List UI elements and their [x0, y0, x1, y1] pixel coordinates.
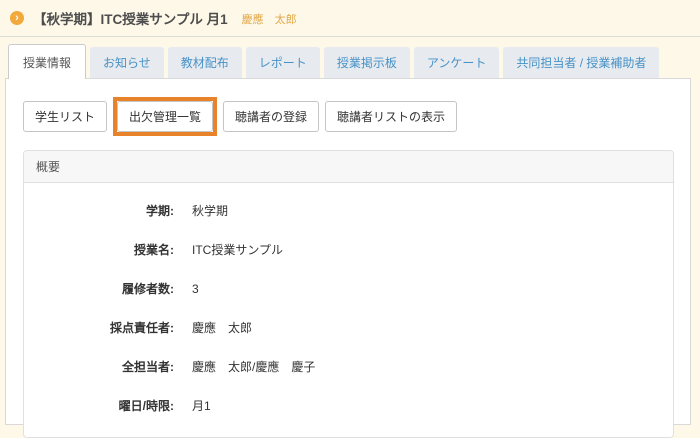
- tab-bar: 授業情報 お知らせ 教材配布 レポート 授業掲示板 アンケート 共同担当者 / …: [0, 44, 700, 78]
- tab-course-info[interactable]: 授業情報: [8, 44, 86, 79]
- student-list-button[interactable]: 学生リスト: [23, 101, 107, 132]
- auditor-list-button[interactable]: 聴講者リストの表示: [325, 101, 457, 132]
- overview-row-grading-manager: 採点責任者: 慶應 太郎: [24, 308, 673, 347]
- row-label: 全担当者:: [24, 358, 174, 375]
- row-value: 月1: [192, 397, 211, 414]
- instructor-name: 慶應 太郎: [242, 9, 297, 27]
- highlight-box: 出欠管理一覧: [113, 97, 217, 136]
- row-label: 履修者数:: [24, 280, 174, 297]
- auditor-registration-button[interactable]: 聴講者の登録: [223, 101, 319, 132]
- tab-co-instructors[interactable]: 共同担当者 / 授業補助者: [503, 47, 659, 78]
- row-label: 曜日/時限:: [24, 397, 174, 414]
- overview-panel-header: 概要: [24, 151, 673, 183]
- row-value: 3: [192, 282, 199, 296]
- bullet-arrow-icon: ›: [10, 11, 24, 25]
- content-panel: 学生リスト 出欠管理一覧 聴講者の登録 聴講者リストの表示 概要 学期: 秋学期…: [5, 78, 691, 425]
- row-value: 慶應 太郎: [192, 319, 252, 336]
- overview-row-enrolled-count: 履修者数: 3: [24, 269, 673, 308]
- overview-panel: 概要 学期: 秋学期 授業名: ITC授業サンプル 履修者数: 3 採点責任者:…: [23, 150, 674, 438]
- toolbar: 学生リスト 出欠管理一覧 聴講者の登録 聴講者リストの表示: [6, 79, 690, 136]
- overview-row-all-instructors: 全担当者: 慶應 太郎/慶應 慶子: [24, 347, 673, 386]
- tab-reports[interactable]: レポート: [246, 47, 320, 78]
- tab-materials[interactable]: 教材配布: [168, 47, 242, 78]
- tab-class-board[interactable]: 授業掲示板: [324, 47, 410, 78]
- overview-row-course-name: 授業名: ITC授業サンプル: [24, 230, 673, 269]
- row-label: 授業名:: [24, 241, 174, 258]
- row-value: 秋学期: [192, 202, 228, 219]
- row-label: 採点責任者:: [24, 319, 174, 336]
- row-value: 慶應 太郎/慶應 慶子: [192, 358, 315, 375]
- tab-announcements[interactable]: お知らせ: [90, 47, 164, 78]
- page-header: › 【秋学期】ITC授業サンプル 月1 慶應 太郎: [0, 0, 700, 37]
- row-value: ITC授業サンプル: [192, 241, 283, 258]
- overview-panel-body: 学期: 秋学期 授業名: ITC授業サンプル 履修者数: 3 採点責任者: 慶應…: [24, 183, 673, 437]
- overview-row-semester: 学期: 秋学期: [24, 191, 673, 230]
- attendance-management-button[interactable]: 出欠管理一覧: [117, 101, 213, 132]
- row-label: 学期:: [24, 202, 174, 219]
- tab-survey[interactable]: アンケート: [414, 47, 500, 78]
- overview-row-day-period: 曜日/時限: 月1: [24, 386, 673, 425]
- page-title: 【秋学期】ITC授業サンプル 月1: [33, 8, 228, 28]
